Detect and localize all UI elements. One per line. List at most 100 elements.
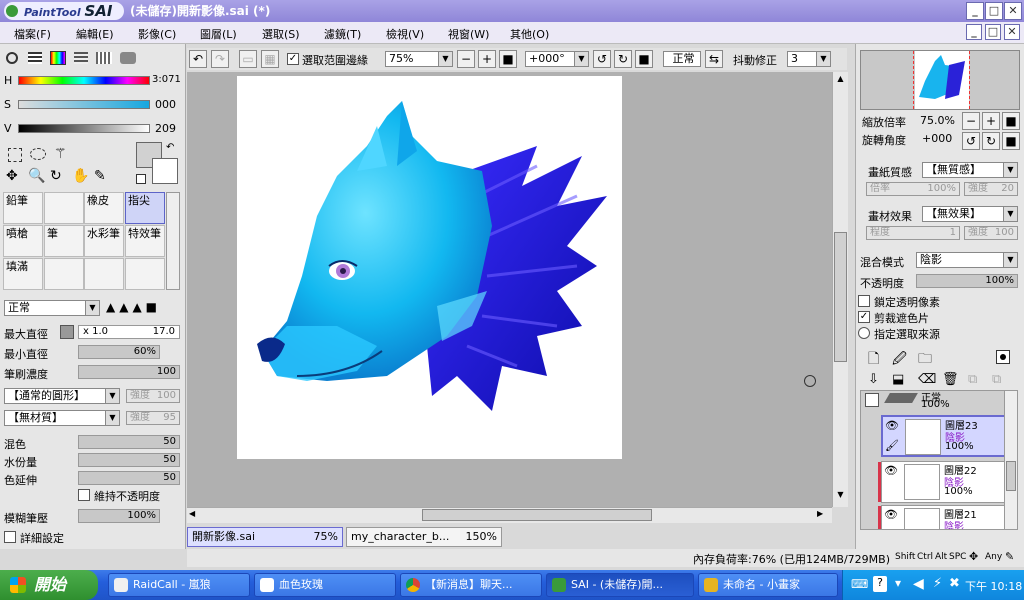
tool-pencil[interactable]: 鉛筆 — [3, 192, 43, 224]
flip-icon[interactable]: ⇆ — [705, 50, 723, 68]
selection-edge-checkbox[interactable]: ✓ — [287, 53, 299, 65]
clipping-checkbox[interactable]: ✓ — [858, 311, 870, 323]
nav-rotate-right-icon[interactable]: ↻ — [982, 132, 1000, 150]
help-icon[interactable]: ? — [873, 576, 887, 592]
layer-22[interactable]: 👁 圖層22 陰影 100% — [878, 461, 1007, 503]
doc-minimize-button[interactable]: _ — [966, 24, 982, 40]
task-paint[interactable]: 未命名 - 小畫家 — [698, 573, 838, 597]
task-chrome[interactable]: 【新消息】聊天... — [400, 573, 542, 597]
invert-selection-icon[interactable]: ▦ — [261, 50, 279, 68]
scroll-left-icon[interactable]: ◀ — [189, 509, 195, 518]
hsv-slider-icon[interactable] — [50, 51, 66, 65]
value-slider[interactable] — [18, 124, 150, 133]
layer-scroll-thumb[interactable] — [1006, 461, 1016, 491]
menu-down-icon[interactable]: ▾ — [895, 576, 901, 590]
folder-visibility-toggle[interactable] — [865, 393, 879, 407]
canvas-area[interactable] — [187, 72, 832, 507]
hand-icon[interactable]: ✋ — [72, 168, 89, 184]
swatch-list-icon[interactable] — [74, 52, 88, 64]
tool-watercolor[interactable]: 水彩筆 — [84, 225, 124, 257]
horizontal-scroll-thumb[interactable] — [422, 509, 652, 521]
menu-other[interactable]: 其他(O) — [510, 26, 549, 42]
keyboard-icon[interactable]: ⌨ — [851, 577, 868, 591]
tool-slot-3[interactable] — [84, 258, 124, 290]
nav-zoom-reset-icon[interactable]: ■ — [1002, 112, 1020, 130]
max-size-field[interactable]: x 1.0 17.0 — [78, 325, 180, 339]
blur-pressure-bar[interactable]: 100% — [78, 509, 160, 523]
navigator-preview[interactable] — [860, 50, 1020, 110]
keep-opacity-checkbox[interactable] — [78, 489, 90, 501]
scroll-down-icon[interactable]: ▼ — [834, 490, 847, 502]
rotation-dropdown[interactable]: +000° ▼ — [525, 51, 589, 67]
apply-mask-icon[interactable]: ⧉ — [968, 372, 977, 387]
maximize-button[interactable]: □ — [985, 2, 1003, 20]
close-button[interactable]: ✕ — [1004, 2, 1022, 20]
effect-dropdown[interactable]: 【無效果】 ▼ — [922, 206, 1018, 222]
swap-colors-icon[interactable]: ↶ — [166, 142, 174, 153]
zoom-in-icon[interactable]: + — [478, 50, 496, 68]
lock-alpha-checkbox[interactable] — [858, 295, 870, 307]
tool-smudge[interactable]: 指尖 — [125, 192, 165, 224]
rect-select-icon[interactable] — [8, 148, 22, 162]
eyedropper-icon[interactable]: ✎ — [94, 168, 106, 184]
redo-icon[interactable]: ↷ — [211, 50, 229, 68]
undo-icon[interactable]: ↶ — [189, 50, 207, 68]
view-mode-button[interactable]: 正常 — [663, 51, 701, 67]
zoom-reset-icon[interactable]: ■ — [499, 50, 517, 68]
scroll-up-icon[interactable]: ▲ — [834, 74, 847, 86]
layer-23[interactable]: 👁 🖌 圖層23 陰影 100% — [881, 415, 1007, 457]
layer-21[interactable]: 👁 圖層21 陰影 — [878, 505, 1007, 529]
secondary-color-swatch[interactable] — [152, 158, 178, 184]
menu-layer[interactable]: 圖層(L) — [200, 26, 237, 42]
menu-filter[interactable]: 濾鏡(T) — [324, 26, 361, 42]
opacity-bar[interactable]: 100% — [916, 274, 1018, 288]
palette-grid-icon[interactable] — [96, 52, 112, 64]
delete-mask-icon[interactable]: ⧉ — [992, 372, 1001, 387]
menu-edit[interactable]: 編輯(E) — [76, 26, 114, 42]
zoom-dropdown[interactable]: 75% ▼ — [385, 51, 453, 67]
mix-bar[interactable]: 50 — [78, 435, 180, 449]
tool-effect[interactable]: 特效筆 — [125, 225, 165, 257]
brush-blend-dropdown[interactable]: 正常 ▼ — [4, 300, 100, 316]
menu-select[interactable]: 選取(S) — [262, 26, 300, 42]
detail-settings-checkbox[interactable] — [4, 531, 16, 543]
brush-shape-dropdown[interactable]: 【通常的圓形】 ▼ — [4, 388, 120, 404]
new-folder-icon[interactable]: 🗀 — [918, 348, 932, 372]
eye-icon[interactable]: 👁 — [884, 508, 898, 521]
tray-arrow-icon[interactable]: ◀ — [913, 576, 924, 592]
tool-grid-scrollbar[interactable] — [166, 192, 180, 290]
canvas-vertical-scrollbar[interactable]: ▲ ▼ — [832, 72, 848, 507]
rotate-icon[interactable]: ↻ — [50, 168, 62, 184]
doc-close-button[interactable]: ✕ — [1004, 24, 1020, 40]
merge-down-icon[interactable]: ⬓ — [892, 372, 904, 387]
menu-window[interactable]: 視窗(W) — [448, 26, 489, 42]
nav-zoom-out-icon[interactable]: − — [962, 112, 980, 130]
network-icon[interactable]: ⚡ — [933, 576, 942, 591]
size-lock-icon[interactable] — [60, 325, 74, 339]
move-icon[interactable]: ✥ — [6, 168, 18, 184]
brush-edge-shapes[interactable]: ▲▲▲■ — [106, 300, 161, 314]
volume-muted-icon[interactable]: ✖ — [949, 576, 960, 591]
tool-slot-4[interactable] — [125, 258, 165, 290]
transfer-down-icon[interactable]: ⇩ — [868, 372, 879, 387]
layer-list-scrollbar[interactable] — [1004, 390, 1018, 530]
scroll-right-icon[interactable]: ▶ — [817, 509, 823, 518]
deselect-icon[interactable]: ▭ — [239, 50, 257, 68]
doc-tab-active[interactable]: 開新影像.sai 75% — [187, 527, 343, 547]
rotate-reset-icon[interactable]: ■ — [635, 50, 653, 68]
task-chat-rose[interactable]: 血色玫瑰 — [254, 573, 396, 597]
lasso-icon[interactable] — [30, 148, 46, 160]
nav-rotate-left-icon[interactable]: ↺ — [962, 132, 980, 150]
selection-source-radio[interactable] — [858, 327, 870, 339]
rgb-slider-icon[interactable] — [28, 52, 42, 64]
color-wheel-icon[interactable] — [6, 52, 18, 64]
minimize-button[interactable]: _ — [966, 2, 984, 20]
zoom-icon[interactable]: 🔍 — [28, 168, 45, 184]
magic-wand-icon[interactable]: ⚚ — [54, 146, 67, 162]
task-raidcall[interactable]: RaidCall - 嵐狼 — [108, 573, 250, 597]
brush-texture-dropdown[interactable]: 【無材質】 ▼ — [4, 410, 120, 426]
tool-slot-2[interactable] — [44, 258, 84, 290]
density-bar[interactable]: 100 — [78, 365, 180, 379]
new-layer-icon[interactable]: 🗋 — [868, 348, 879, 372]
drawing-canvas[interactable] — [237, 76, 622, 459]
